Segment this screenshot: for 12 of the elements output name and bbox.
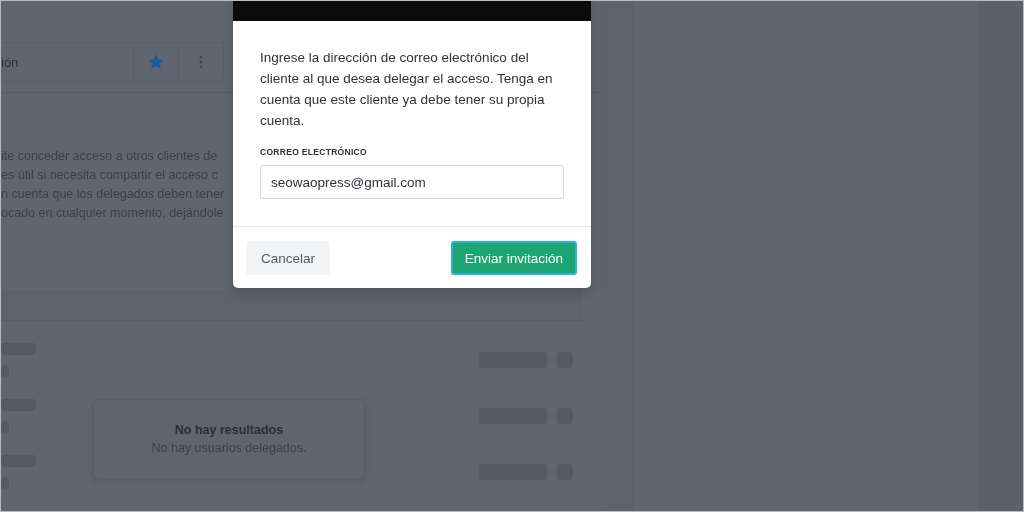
skeleton-bar [1, 455, 36, 467]
star-icon[interactable] [148, 54, 164, 70]
skeleton-bar [1, 399, 36, 411]
email-field[interactable]: seowaopress@gmail.com [260, 165, 564, 199]
skeleton-bar [1, 343, 36, 355]
skeleton-bar [1, 365, 9, 377]
field-label: CORREO ELECTRÓNICO [260, 147, 368, 157]
skeleton-bar [1, 421, 9, 433]
empty-state-title: No hay resultados [174, 423, 284, 437]
skeleton-bar [1, 477, 9, 489]
dialog-description: Ingrese la dirección de correo electrónico del cliente al que desea delegar el acceso. Tenga en cuenta que este cliente ya debe tener su propia cuenta. [260, 49, 554, 130]
cancel-button[interactable]: Cancelar [246, 241, 331, 275]
